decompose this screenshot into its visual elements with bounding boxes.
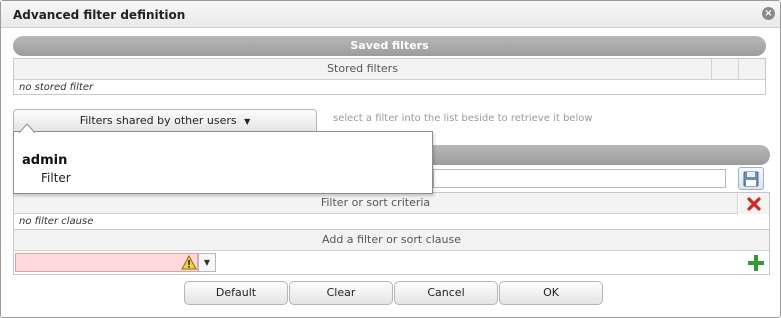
caret-down-icon: ▼ — [244, 117, 251, 126]
close-icon[interactable]: × — [762, 7, 775, 20]
stored-filters-column-extra-1 — [712, 59, 739, 80]
dropdown-filter-item[interactable]: Filter — [41, 171, 71, 185]
filter-criteria-column-header: Filter or sort criteria — [14, 193, 738, 214]
add-clause-box: Add a filter or sort clause ▼ — [13, 229, 770, 275]
saved-filters-section-bar: Saved filters — [13, 36, 766, 56]
stored-filters-empty-text: no stored filter — [19, 82, 94, 93]
filter-name-input[interactable] — [433, 169, 726, 188]
shared-filters-button-label: Filters shared by other users — [79, 114, 237, 127]
shared-filters-button[interactable]: Filters shared by other users ▼ — [13, 109, 317, 132]
shared-filters-dropdown: admin Filter — [13, 123, 433, 194]
shared-filters-hint: select a filter into the list beside to … — [333, 113, 593, 124]
clause-field-select[interactable] — [15, 253, 198, 272]
clear-button[interactable]: Clear — [289, 281, 393, 305]
advanced-filter-dialog: Advanced filter definition × Saved filte… — [0, 0, 781, 318]
save-icon[interactable] — [738, 167, 764, 190]
dropdown-user-heading: admin — [22, 153, 68, 168]
cancel-button[interactable]: Cancel — [394, 281, 498, 305]
filter-criteria-table: Filter or sort criteria no filter clause — [13, 192, 770, 230]
stored-filters-column-extra-2 — [739, 59, 765, 80]
dialog-titlebar: Advanced filter definition × — [1, 1, 780, 28]
add-icon[interactable] — [747, 254, 765, 272]
add-clause-header: Add a filter or sort clause — [14, 230, 769, 251]
saved-filters-section-title: Saved filters — [350, 39, 429, 52]
stored-filters-table: Stored filters no stored filter — [13, 58, 766, 95]
ok-button[interactable]: OK — [499, 281, 603, 305]
stored-filters-column-header: Stored filters — [14, 59, 712, 80]
delete-icon[interactable] — [739, 193, 769, 214]
filter-criteria-empty-text: no filter clause — [19, 216, 94, 227]
default-button[interactable]: Default — [184, 281, 288, 305]
dropdown-pointer — [19, 123, 35, 133]
warning-icon — [180, 253, 198, 272]
chevron-down-icon[interactable]: ▼ — [198, 253, 216, 272]
dialog-title: Advanced filter definition — [13, 8, 186, 22]
